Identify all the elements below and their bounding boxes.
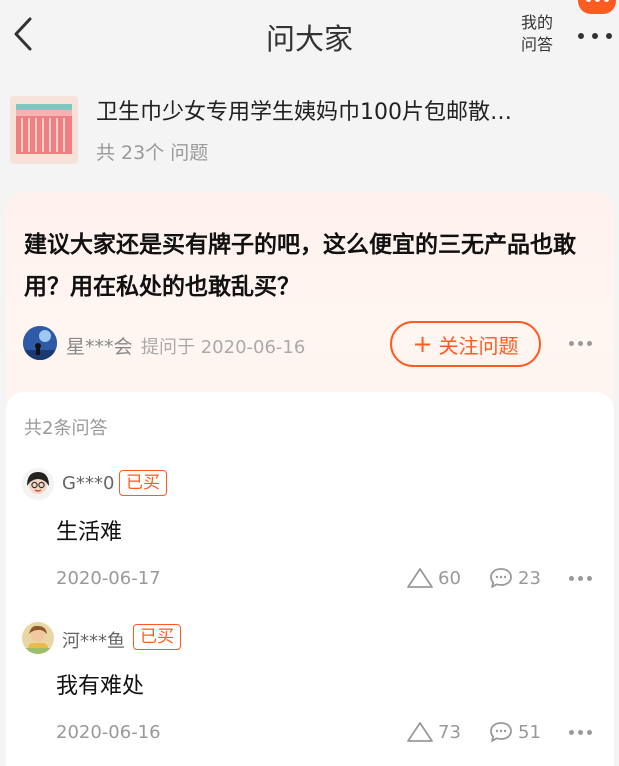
purchased-badge: 已买 xyxy=(133,624,181,650)
product-name: 卫生巾少女专用学生姨妈巾100片包邮散… xyxy=(96,100,512,125)
notification-badge xyxy=(578,0,616,14)
comment-bubble-icon xyxy=(490,568,512,588)
thumb-up-icon xyxy=(407,722,433,742)
chevron-left-icon xyxy=(14,17,32,51)
answerer-name: 河***鱼 xyxy=(62,631,125,652)
product-summary[interactable]: 卫生巾少女专用学生姨妈巾100片包邮散… 共 23个 问题 xyxy=(0,84,619,184)
ask-everyone-page: 问大家 我的 问答 卫生巾少女专用学生姨妈巾100片包邮散… 共 23个 问题 … xyxy=(0,0,619,766)
answer-item: G***0 已买 生活难 2020-06-17 60 23 xyxy=(6,464,614,614)
my-qa-label-line2: 问答 xyxy=(520,35,553,54)
answer-date: 2020-06-17 xyxy=(56,568,161,589)
answers-card: 共2条问答 G***0 已买 生活难 2020-06-17 60 23 河***… xyxy=(6,392,614,766)
answer-more-icon[interactable] xyxy=(569,576,593,582)
asker-name: 星***会 xyxy=(66,336,133,358)
comment-button[interactable]: 23 xyxy=(488,564,541,592)
follow-question-label: 关注问题 xyxy=(438,333,519,358)
my-qa-link[interactable]: 我的 问答 xyxy=(515,12,559,56)
plus-icon: + xyxy=(412,330,433,358)
top-nav-bar: 问大家 我的 问答 xyxy=(0,0,619,70)
comment-bubble-icon xyxy=(490,722,512,742)
like-button[interactable]: 60 xyxy=(406,564,461,592)
like-count: 73 xyxy=(438,721,461,743)
thumb-up-icon xyxy=(407,568,433,588)
asker-avatar[interactable] xyxy=(23,326,57,360)
answerer-avatar[interactable] xyxy=(22,622,54,654)
answer-text: 我有难处 xyxy=(56,674,145,699)
like-button[interactable]: 73 xyxy=(406,718,461,746)
comment-button[interactable]: 51 xyxy=(488,718,541,746)
comment-count: 51 xyxy=(518,721,541,743)
asked-date: 提问于 2020-06-16 xyxy=(141,337,306,358)
answer-text: 生活难 xyxy=(56,520,123,545)
question-card: 建议大家还是买有牌子的吧，这么便宜的三无产品也敢用？用在私处的也敢乱买？ 星**… xyxy=(6,192,614,402)
answerer-avatar[interactable] xyxy=(22,468,54,500)
answer-more-icon[interactable] xyxy=(569,730,593,736)
purchased-badge: 已买 xyxy=(119,470,167,496)
back-button[interactable] xyxy=(6,14,40,54)
comment-count: 23 xyxy=(518,567,541,589)
more-dots-icon xyxy=(578,33,612,39)
product-thumbnail xyxy=(10,96,78,164)
question-count: 共 23个 问题 xyxy=(96,142,209,164)
answerer-name: G***0 xyxy=(62,473,115,494)
more-menu-button[interactable] xyxy=(572,0,616,46)
my-qa-label-line1: 我的 xyxy=(520,13,553,32)
question-more-icon[interactable] xyxy=(569,341,593,347)
follow-question-button[interactable]: + 关注问题 xyxy=(390,321,541,367)
answers-count: 共2条问答 xyxy=(24,418,108,439)
answer-date: 2020-06-16 xyxy=(56,722,161,743)
like-count: 60 xyxy=(438,567,461,589)
question-text: 建议大家还是买有牌子的吧，这么便宜的三无产品也敢用？用在私处的也敢乱买？ xyxy=(24,232,576,300)
answer-item: 河***鱼 已买 我有难处 2020-06-16 73 51 xyxy=(6,618,614,766)
